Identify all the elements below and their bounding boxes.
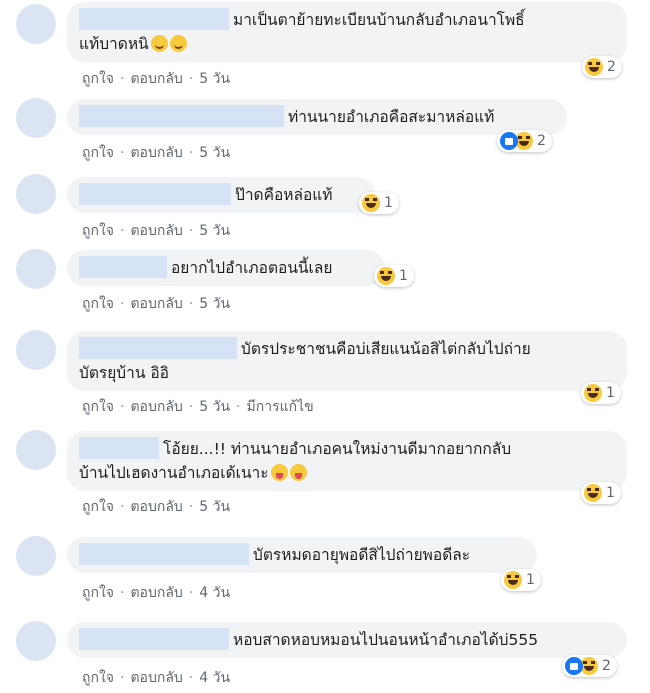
- reaction-count: 1: [606, 385, 615, 401]
- comment-text: ป๊าดคือหล่อแท้: [235, 186, 333, 204]
- reply-link[interactable]: ตอบกลับ: [130, 585, 182, 601]
- reaction-count: 1: [384, 195, 393, 211]
- tongue-emoji-icon: [270, 464, 288, 481]
- reaction-summary[interactable]: 1: [359, 192, 399, 214]
- like-link[interactable]: ถูกใจ: [82, 499, 114, 515]
- timestamp[interactable]: 5 วัน: [199, 145, 230, 161]
- comment-actions: ถูกใจ · ตอบกลับ · 4 วัน: [82, 585, 231, 601]
- timestamp[interactable]: 5 วัน: [199, 71, 230, 87]
- like-reaction-icon: [500, 132, 518, 150]
- haha-reaction-icon: [504, 571, 522, 589]
- timestamp[interactable]: 5 วัน: [199, 296, 230, 312]
- reply-link[interactable]: ตอบกลับ: [130, 399, 182, 415]
- reaction-summary[interactable]: 2: [497, 130, 552, 152]
- comment-bubble: หอบสาดหอบหมอนไปนอนหน้าอำเภอได้บ่555: [67, 622, 627, 658]
- reply-link[interactable]: ตอบกลับ: [130, 296, 182, 312]
- haha-reaction-icon: [584, 484, 602, 502]
- comment-actions: ถูกใจ · ตอบกลับ · 5 วัน: [82, 296, 231, 312]
- commenter-name[interactable]: [79, 543, 249, 565]
- reply-link[interactable]: ตอบกลับ: [130, 145, 182, 161]
- comment-bubble: ท่านนายอำเภอคือสะมาหล่อแท้: [67, 99, 567, 135]
- comment-text-line2: บัตรยุบ้าน อิอิ: [79, 364, 169, 382]
- reply-link[interactable]: ตอบกลับ: [130, 223, 182, 239]
- reply-link[interactable]: ตอบกลับ: [130, 71, 182, 87]
- reaction-count: 1: [606, 485, 615, 501]
- reaction-summary[interactable]: 1: [501, 569, 541, 591]
- timestamp[interactable]: 4 วัน: [199, 670, 230, 686]
- haha-reaction-icon: [584, 384, 602, 402]
- avatar[interactable]: [16, 430, 56, 470]
- comment-bubble: บัตรประชาชนคือบ่เสียแนน้อสิไต่กลับไปถ่าย…: [67, 331, 627, 391]
- reaction-count: 1: [526, 572, 535, 588]
- comment-text: บัตรประชาชนคือบ่เสียแนน้อสิไต่กลับไปถ่าย: [241, 340, 531, 358]
- like-link[interactable]: ถูกใจ: [82, 399, 114, 415]
- haha-reaction-icon: [377, 267, 395, 285]
- avatar[interactable]: [16, 174, 56, 214]
- commenter-name[interactable]: [79, 8, 229, 30]
- comment-text-line2: แท้บาดหนิ: [79, 35, 149, 53]
- reaction-summary[interactable]: 2: [582, 56, 622, 78]
- edited-link[interactable]: มีการแก้ไข: [247, 399, 314, 415]
- commenter-name[interactable]: [79, 105, 284, 127]
- reaction-count: 2: [607, 59, 616, 75]
- like-link[interactable]: ถูกใจ: [82, 296, 114, 312]
- like-reaction-icon: [565, 657, 583, 675]
- like-link[interactable]: ถูกใจ: [82, 145, 114, 161]
- commenter-name[interactable]: [79, 628, 229, 650]
- timestamp[interactable]: 4 วัน: [199, 585, 230, 601]
- like-link[interactable]: ถูกใจ: [82, 223, 114, 239]
- comment-actions: ถูกใจ · ตอบกลับ · 4 วัน: [82, 670, 231, 686]
- haha-reaction-icon: [585, 58, 603, 76]
- reaction-count: 2: [537, 133, 546, 149]
- comment-text: บัตรหมดอายุพอดีสิไปถ่ายพอดีละ: [253, 546, 471, 564]
- avatar[interactable]: [16, 249, 56, 289]
- comment-text: หอบสาดหอบหมอนไปนอนหน้าอำเภอได้บ่555: [233, 631, 539, 649]
- avatar[interactable]: [16, 98, 56, 138]
- avatar[interactable]: [16, 536, 56, 576]
- comment-actions: ถูกใจ · ตอบกลับ · 5 วัน: [82, 145, 231, 161]
- reaction-summary[interactable]: 1: [374, 265, 414, 287]
- avatar[interactable]: [16, 330, 56, 370]
- commenter-name[interactable]: [79, 256, 167, 278]
- haha-reaction-icon: [362, 194, 380, 212]
- reaction-count: 2: [602, 658, 611, 674]
- timestamp[interactable]: 5 วัน: [199, 499, 230, 515]
- commenter-name[interactable]: [79, 437, 159, 459]
- comment-bubble: มาเป็นตาย้ายทะเบียนบ้านกลับอำเภอนาโพธิ์ …: [67, 2, 627, 62]
- reply-link[interactable]: ตอบกลับ: [130, 670, 182, 686]
- smile-emoji-icon: [150, 35, 168, 52]
- comment-bubble: โอ้ยย...!! ท่านนายอำเภอคนใหม่งานดีมากอยา…: [67, 431, 627, 491]
- smile-emoji-icon: [169, 35, 187, 52]
- comment-bubble: อยากไปอำเภอตอนนี้เลย: [67, 250, 385, 286]
- like-link[interactable]: ถูกใจ: [82, 670, 114, 686]
- like-link[interactable]: ถูกใจ: [82, 71, 114, 87]
- comment-text-line2: บ้านไปเฮดงานอำเภอเด้เนาะ: [79, 464, 269, 482]
- timestamp[interactable]: 5 วัน: [199, 223, 230, 239]
- reply-link[interactable]: ตอบกลับ: [130, 499, 182, 515]
- avatar[interactable]: [16, 4, 56, 44]
- commenter-name[interactable]: [79, 183, 231, 205]
- comment-text: โอ้ยย...!! ท่านนายอำเภอคนใหม่งานดีมากอยา…: [163, 440, 512, 458]
- comment-actions: ถูกใจ · ตอบกลับ · 5 วัน: [82, 71, 231, 87]
- comment-text: ท่านนายอำเภอคือสะมาหล่อแท้: [288, 108, 495, 126]
- comment-text: อยากไปอำเภอตอนนี้เลย: [171, 259, 333, 277]
- like-link[interactable]: ถูกใจ: [82, 585, 114, 601]
- comment-actions: ถูกใจ · ตอบกลับ · 5 วัน: [82, 499, 231, 515]
- comment-actions: ถูกใจ · ตอบกลับ · 5 วัน · มีการแก้ไข: [82, 399, 314, 415]
- comment-bubble: ป๊าดคือหล่อแท้: [67, 177, 375, 213]
- reaction-count: 1: [399, 268, 408, 284]
- comment-bubble: บัตรหมดอายุพอดีสิไปถ่ายพอดีละ: [67, 537, 537, 573]
- reaction-summary[interactable]: 2: [562, 655, 617, 677]
- tongue-emoji-icon: [289, 464, 307, 481]
- avatar[interactable]: [16, 621, 56, 661]
- reaction-summary[interactable]: 1: [581, 482, 621, 504]
- timestamp[interactable]: 5 วัน: [199, 399, 230, 415]
- comment-actions: ถูกใจ · ตอบกลับ · 5 วัน: [82, 223, 231, 239]
- commenter-name[interactable]: [79, 337, 237, 359]
- comment-text: มาเป็นตาย้ายทะเบียนบ้านกลับอำเภอนาโพธิ์: [233, 11, 525, 29]
- reaction-summary[interactable]: 1: [581, 382, 621, 404]
